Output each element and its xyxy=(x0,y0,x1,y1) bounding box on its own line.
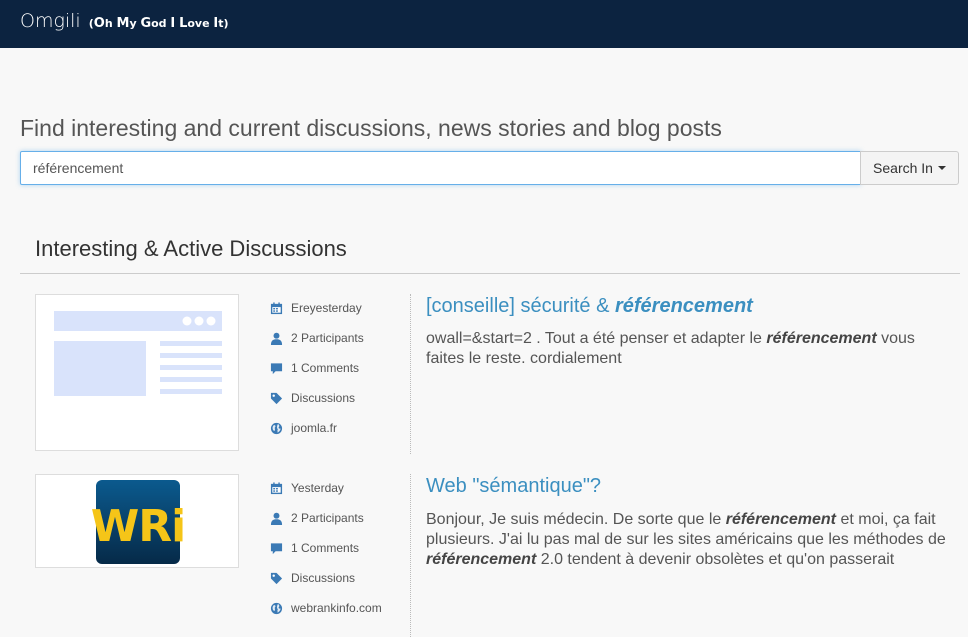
comment-icon xyxy=(270,542,283,554)
search-in-dropdown-button[interactable]: Search In xyxy=(860,151,959,185)
search-input[interactable] xyxy=(21,152,860,184)
brand-tagline: (Oh My God I Love It) xyxy=(88,16,229,31)
result-divider xyxy=(410,474,411,637)
section-title: Interesting & Active Discussions xyxy=(35,236,347,261)
globe-icon xyxy=(270,602,283,614)
result-divider xyxy=(410,294,411,454)
meta-date: Ereyesterday xyxy=(270,300,362,316)
user-icon xyxy=(270,512,283,525)
meta-category: Discussions xyxy=(270,570,355,586)
user-icon xyxy=(270,332,283,345)
meta-date: Yesterday xyxy=(270,480,344,496)
globe-icon xyxy=(270,422,283,434)
brand-logo[interactable]: Omgili (Oh My God I Love It) xyxy=(20,10,229,32)
result-snippet: owall=&start=2 . Tout a été penser et ad… xyxy=(426,330,915,367)
result-title-link[interactable]: [conseille] sécurité & référencement xyxy=(426,295,753,318)
section-divider xyxy=(20,273,960,274)
meta-site[interactable]: joomla.fr xyxy=(270,420,337,436)
tag-icon xyxy=(270,392,283,404)
meta-comments: 1 Comments xyxy=(270,540,359,556)
meta-category: Discussions xyxy=(270,390,355,406)
result-snippet: Bonjour, Je suis médecin. De sorte que l… xyxy=(426,511,946,568)
result-title-link[interactable]: Web "sémantique"? xyxy=(426,475,601,498)
meta-participants: 2 Participants xyxy=(270,510,364,526)
meta-site[interactable]: webrankinfo.com xyxy=(270,600,382,616)
svg-text:WRi: WRi xyxy=(91,501,186,552)
result-thumbnail-wri-logo[interactable]: WRi xyxy=(35,474,239,568)
wri-logo-icon: WRi xyxy=(91,480,186,564)
result-thumbnail-placeholder[interactable] xyxy=(35,294,239,451)
page-headline: Find interesting and current discussions… xyxy=(20,115,722,141)
brand-name: Omgili xyxy=(20,10,81,32)
calendar-icon xyxy=(270,481,283,494)
top-navbar: Omgili (Oh My God I Love It) xyxy=(0,0,968,48)
caret-down-icon xyxy=(937,166,946,170)
comment-icon xyxy=(270,362,283,374)
meta-comments: 1 Comments xyxy=(270,360,359,376)
placeholder-webpage-icon xyxy=(54,311,222,396)
search-box xyxy=(20,151,861,185)
tag-icon xyxy=(270,572,283,584)
meta-participants: 2 Participants xyxy=(270,330,364,346)
search-in-label: Search In xyxy=(873,160,933,176)
calendar-icon xyxy=(270,301,283,314)
